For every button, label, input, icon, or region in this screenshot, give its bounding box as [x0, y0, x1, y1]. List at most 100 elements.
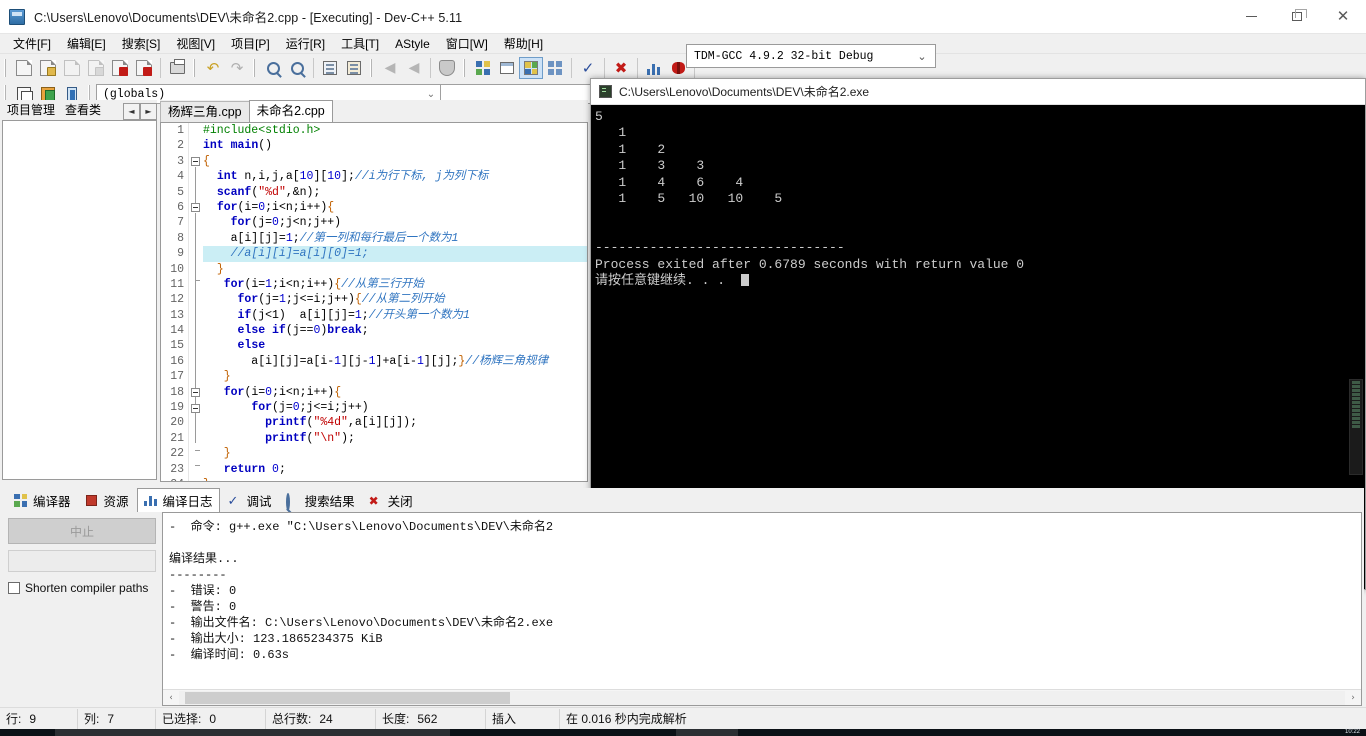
shorten-paths-checkbox[interactable]	[8, 582, 20, 594]
print-icon[interactable]	[165, 57, 189, 79]
scroll-left-icon[interactable]: ‹	[163, 693, 179, 703]
menu-tools[interactable]: 工具[T]	[333, 33, 387, 54]
tab-class-browser[interactable]: 查看类	[60, 101, 107, 120]
console-scrollbar[interactable]	[1349, 379, 1363, 475]
code-editor[interactable]: 123456789101112131415161718192021222324 …	[160, 122, 588, 482]
tab-close[interactable]: ✖ 关闭	[363, 489, 419, 512]
code-line[interactable]: }	[203, 477, 587, 481]
code-line[interactable]: for(j=0;j<n;j++)	[203, 215, 587, 230]
stop-execution-icon[interactable]: ✖	[609, 57, 633, 79]
tab-search-results[interactable]: 搜索结果	[280, 489, 361, 512]
code-line[interactable]: for(i=0;i<n;i++){	[203, 385, 587, 400]
code-line[interactable]: #include<stdio.h>	[203, 123, 587, 138]
code-line[interactable]: for(i=0;i<n;i++){	[203, 200, 587, 215]
menu-file[interactable]: 文件[F]	[5, 33, 59, 54]
code-line[interactable]: //a[i][i]=a[i][0]=1;	[203, 246, 587, 262]
toolbar-grip-4[interactable]	[368, 57, 376, 79]
close-file-icon[interactable]	[108, 57, 132, 79]
code-line[interactable]: }	[203, 446, 587, 461]
save-all-icon[interactable]	[84, 57, 108, 79]
log-scroll-track[interactable]	[179, 690, 1345, 705]
code-line[interactable]: }	[203, 262, 587, 277]
menu-search[interactable]: 搜索[S]	[114, 33, 169, 54]
compiler-select[interactable]: TDM-GCC 4.9.2 32-bit Debug ⌄	[686, 44, 936, 68]
shield-icon[interactable]	[435, 57, 459, 79]
log-scroll-thumb[interactable]	[185, 691, 510, 704]
fold-marker-11[interactable]	[191, 388, 200, 397]
menu-astyle[interactable]: AStyle	[387, 35, 438, 53]
code-line[interactable]: else if(j==0)break;	[203, 323, 587, 338]
maximize-button[interactable]	[1274, 0, 1320, 34]
close-all-icon[interactable]	[132, 57, 156, 79]
rebuild-all-icon[interactable]	[543, 57, 567, 79]
indent-icon[interactable]	[342, 57, 366, 79]
syntax-check-icon[interactable]: ✓	[576, 57, 600, 79]
redo-icon[interactable]: ↷	[225, 57, 249, 79]
menu-edit[interactable]: 编辑[E]	[59, 33, 114, 54]
toolbar-grip-2[interactable]	[191, 57, 199, 79]
nav-next-button[interactable]: ►	[140, 103, 157, 120]
open-file-icon[interactable]	[36, 57, 60, 79]
code-line[interactable]: a[i][j]=a[i-1][j-1]+a[i-1][j];}//杨辉三角规律	[203, 354, 587, 369]
code-line[interactable]: return 0;	[203, 462, 587, 477]
project-tree[interactable]	[2, 120, 157, 480]
code-line[interactable]: printf("%4d",a[i][j]);	[203, 415, 587, 430]
fold-gutter[interactable]	[189, 123, 203, 481]
menu-help[interactable]: 帮助[H]	[496, 33, 551, 54]
code-lines[interactable]: #include<stdio.h> int main(){ int n,i,j,a…	[203, 123, 587, 481]
minimize-button[interactable]	[1228, 0, 1274, 34]
code-line[interactable]: scanf("%d",&n);	[203, 185, 587, 200]
code-line[interactable]: if(j<1) a[i][j]=1;//开头第一个数为1	[203, 308, 587, 323]
log-horizontal-scrollbar[interactable]: ‹ ›	[163, 689, 1361, 705]
code-line[interactable]: for(i=1;i<n;i++){//从第三行开始	[203, 277, 587, 292]
close-button[interactable]: ✕	[1320, 0, 1366, 34]
code-line[interactable]: int n,i,j,a[10][10];//i为行下标, j为列下标	[203, 169, 587, 184]
code-line[interactable]: for(j=0;j<=i;j++)	[203, 400, 587, 415]
menu-run[interactable]: 运行[R]	[278, 33, 333, 54]
tab-project-manager[interactable]: 项目管理	[2, 101, 61, 120]
code-line[interactable]: int main()	[203, 138, 587, 153]
menu-view[interactable]: 视图[V]	[168, 33, 223, 54]
fold-marker-3[interactable]	[191, 157, 200, 166]
tab-compile-log[interactable]: 编译日志	[136, 488, 220, 512]
undo-icon[interactable]: ↶	[201, 57, 225, 79]
save-file-icon[interactable]	[60, 57, 84, 79]
code-line[interactable]: printf("\n");	[203, 431, 587, 446]
toolbar-grip[interactable]	[2, 57, 10, 79]
taskbar-group-2[interactable]	[676, 729, 738, 736]
fold-marker-6[interactable]	[191, 203, 200, 212]
run-icon[interactable]	[495, 57, 519, 79]
toolbar-grip-3[interactable]	[251, 57, 259, 79]
back-icon[interactable]: ◀	[378, 57, 402, 79]
code-line[interactable]: }	[203, 369, 587, 384]
toolbar-grip-5[interactable]	[461, 57, 469, 79]
tab-compiler[interactable]: 编译器	[8, 489, 77, 512]
log-line: - 警告: 0	[169, 600, 237, 614]
taskbar-group-1[interactable]	[55, 729, 450, 736]
code-line[interactable]: {	[203, 154, 587, 169]
scroll-right-icon[interactable]: ›	[1345, 693, 1361, 703]
compile-log-output[interactable]: - 命令: g++.exe "C:\Users\Lenovo\Documents…	[162, 512, 1362, 706]
menu-project[interactable]: 项目[P]	[223, 33, 278, 54]
new-file-icon[interactable]	[12, 57, 36, 79]
tab-resources[interactable]: 资源	[79, 489, 135, 512]
menu-window[interactable]: 窗口[W]	[438, 33, 496, 54]
goto-line-icon[interactable]	[318, 57, 342, 79]
compile-icon[interactable]	[471, 57, 495, 79]
code-line[interactable]: a[i][j]=1;//第一列和每行最后一个数为1	[203, 231, 587, 246]
abort-button[interactable]: 中止	[8, 518, 156, 544]
profile-icon[interactable]	[642, 57, 666, 79]
nav-prev-button[interactable]: ◄	[123, 103, 140, 120]
tab-debug[interactable]: ✓ 调试	[222, 489, 278, 512]
fold-end-10	[195, 280, 200, 281]
shorten-paths-row[interactable]: Shorten compiler paths	[8, 581, 157, 595]
replace-icon[interactable]	[285, 57, 309, 79]
code-line[interactable]: else	[203, 338, 587, 353]
compile-run-icon[interactable]	[519, 57, 543, 79]
fold-marker-12[interactable]	[191, 404, 200, 413]
find-icon[interactable]	[261, 57, 285, 79]
code-line[interactable]: for(j=1;j<=i;j++){//从第二列开始	[203, 292, 587, 307]
forward-icon[interactable]: ◀	[402, 57, 426, 79]
editor-tab-1[interactable]: 未命名2.cpp	[248, 100, 333, 122]
editor-tab-0[interactable]: 杨辉三角.cpp	[160, 101, 250, 122]
